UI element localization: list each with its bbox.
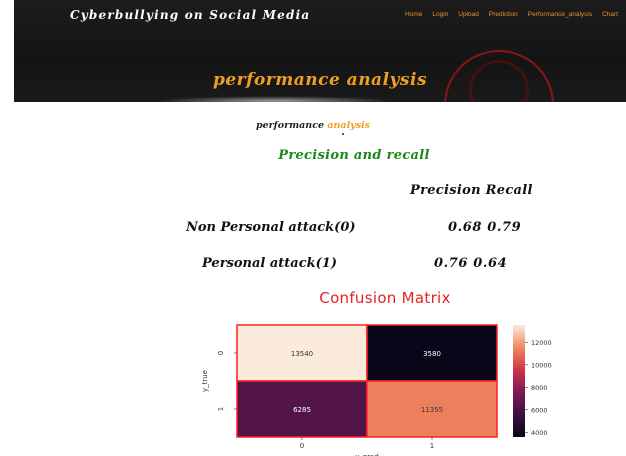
colorbar-tick-label-0: 12000 — [531, 339, 552, 347]
colorbar-tick-label-2: 8000 — [531, 384, 548, 392]
x-tick-label-0: 0 — [300, 442, 304, 450]
colorbar-ticks: 12000 10000 8000 6000 4000 — [525, 339, 552, 437]
heatmap-cells — [236, 324, 498, 438]
y-tick-label-0: 0 — [217, 351, 225, 355]
y-axis-title: y_true — [201, 370, 209, 392]
x-tick-label-1: 1 — [430, 442, 434, 450]
heatmap-cell-label-0-1: 3580 — [423, 350, 441, 358]
colorbar-tick-label-3: 6000 — [531, 406, 548, 414]
heatmap-cell-label-1-1: 11355 — [421, 406, 443, 414]
confusion-matrix-chart: 135403580628511355 0101y_predy_true 1200… — [201, 324, 552, 456]
colorbar — [513, 325, 525, 437]
colorbar-tick-label-4: 4000 — [531, 429, 548, 437]
heatmap-cell-label-1-0: 6285 — [293, 406, 311, 414]
colorbar-tick-label-1: 10000 — [531, 361, 552, 369]
y-tick-label-1: 1 — [217, 407, 225, 411]
heatmap-cell-label-0-0: 13540 — [291, 350, 313, 358]
